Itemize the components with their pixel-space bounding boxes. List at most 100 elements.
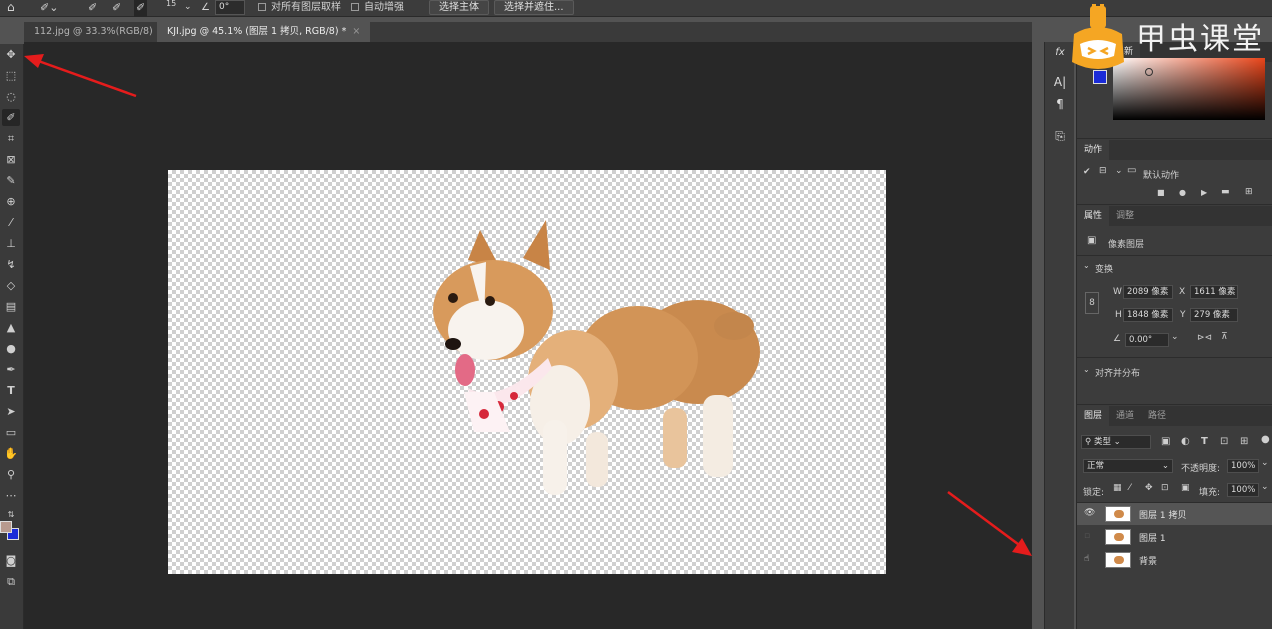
- frame-tool-icon[interactable]: ⊠: [2, 151, 20, 168]
- brush-tool-icon[interactable]: ⁄: [2, 214, 20, 231]
- tab-adjustments[interactable]: 调整: [1109, 206, 1141, 226]
- quick-selection-tool-icon[interactable]: ✐: [2, 109, 20, 126]
- foreground-color-swatch[interactable]: [0, 521, 12, 533]
- width-input[interactable]: 2089 像素: [1123, 285, 1173, 299]
- eraser-tool-icon[interactable]: ◇: [2, 277, 20, 294]
- stop-icon[interactable]: ■: [1157, 188, 1165, 197]
- cursor-hand-icon[interactable]: ☝: [1084, 554, 1089, 564]
- layer-thumbnail: [1105, 506, 1131, 522]
- filter-toggle-icon[interactable]: ●: [1261, 434, 1270, 445]
- tab-properties[interactable]: 属性: [1077, 206, 1110, 226]
- pen-tool-icon[interactable]: ✒: [2, 361, 20, 378]
- transform-title[interactable]: 变换: [1095, 262, 1113, 275]
- eyedropper-tool-icon[interactable]: ✎: [2, 172, 20, 189]
- screen-mode-icon[interactable]: ⧉: [2, 573, 20, 590]
- layer-name[interactable]: 图层 1: [1139, 531, 1166, 544]
- brush-size-dropdown-icon[interactable]: ⌄: [184, 0, 192, 17]
- visibility-eye-icon[interactable]: 👁: [1084, 508, 1095, 518]
- panel-icon-strip: fx A| ¶ ⎘: [1044, 42, 1074, 629]
- opacity-label: 不透明度:: [1181, 464, 1221, 474]
- chevron-down-icon[interactable]: ⌄: [1115, 166, 1123, 176]
- blur-tool-icon[interactable]: ▲: [2, 319, 20, 336]
- smart-object-filter-icon[interactable]: ⊞: [1240, 436, 1248, 447]
- gradient-tool-icon[interactable]: ▤: [2, 298, 20, 315]
- add-selection-icon[interactable]: ✐: [112, 0, 121, 17]
- chevron-down-icon[interactable]: ⌄: [1261, 458, 1269, 468]
- sample-all-layers-checkbox[interactable]: 对所有图层取样: [258, 0, 341, 17]
- new-selection-icon[interactable]: ✐: [88, 0, 97, 17]
- document-canvas[interactable]: [168, 170, 886, 574]
- home-icon[interactable]: ⌂: [7, 0, 15, 17]
- rectangle-tool-icon[interactable]: ▭: [2, 424, 20, 441]
- layer-filter-dropdown[interactable]: ⚲ 类型 ⌄: [1081, 435, 1151, 449]
- chevron-down-icon[interactable]: ⌄: [1083, 365, 1090, 374]
- height-input[interactable]: 1848 像素: [1123, 308, 1173, 322]
- lock-all-icon[interactable]: ▣: [1181, 483, 1190, 493]
- close-icon[interactable]: ×: [352, 26, 360, 37]
- angle-input[interactable]: 0°: [215, 0, 245, 15]
- healing-brush-tool-icon[interactable]: ⊕: [2, 193, 20, 210]
- new-action-icon[interactable]: ⊞: [1245, 187, 1253, 197]
- type-tool-icon[interactable]: T: [2, 382, 20, 399]
- adjustment-filter-icon[interactable]: ◐: [1181, 436, 1190, 447]
- check-icon[interactable]: ✔: [1083, 167, 1091, 177]
- flip-horizontal-icon[interactable]: ⊳⊲: [1197, 333, 1212, 343]
- blend-mode-dropdown[interactable]: 正常 ⌄: [1083, 459, 1173, 473]
- pixel-filter-icon[interactable]: ▣: [1161, 436, 1170, 447]
- chevron-down-icon[interactable]: ⌄: [1261, 482, 1269, 492]
- chevron-down-icon[interactable]: ⌄: [1171, 332, 1179, 342]
- history-icon[interactable]: ⎘: [1051, 128, 1069, 145]
- path-selection-tool-icon[interactable]: ➤: [2, 403, 20, 420]
- record-icon[interactable]: ●: [1179, 188, 1186, 197]
- quick-mask-icon[interactable]: ◙: [2, 552, 20, 569]
- lock-artboard-icon[interactable]: ⊡: [1161, 483, 1169, 493]
- select-subject-button[interactable]: 选择主体: [429, 0, 489, 15]
- crop-tool-icon[interactable]: ⌗: [2, 130, 20, 147]
- brush-size-label[interactable]: 15: [166, 0, 176, 17]
- marquee-tool-icon[interactable]: ⬚: [2, 67, 20, 84]
- opacity-input[interactable]: 100%: [1227, 459, 1259, 473]
- new-set-icon[interactable]: ▬: [1221, 187, 1230, 197]
- tab-layers[interactable]: 图层: [1077, 406, 1110, 426]
- chevron-down-icon[interactable]: ⌄: [1083, 261, 1090, 270]
- link-icon[interactable]: 8: [1085, 292, 1099, 314]
- lock-position-icon[interactable]: ✥: [1145, 483, 1153, 493]
- layer-row[interactable]: ▫ 图层 1: [1077, 526, 1272, 548]
- lock-pixels-icon[interactable]: ⁄: [1129, 483, 1131, 493]
- flip-vertical-icon[interactable]: ⊼: [1221, 332, 1228, 342]
- subtract-selection-icon[interactable]: ✐: [134, 0, 148, 17]
- select-and-mask-button[interactable]: 选择并遮住...: [494, 0, 574, 15]
- tab-actions[interactable]: 动作: [1077, 140, 1110, 160]
- hand-tool-icon[interactable]: ✋: [2, 445, 20, 462]
- play-icon[interactable]: ▶: [1201, 188, 1207, 197]
- quick-select-preset-icon[interactable]: ✐⌄: [40, 0, 58, 17]
- move-tool-icon[interactable]: ✥: [2, 46, 20, 63]
- dialog-toggle-icon[interactable]: ⊟: [1099, 166, 1107, 176]
- type-filter-icon[interactable]: T: [1201, 436, 1208, 447]
- shape-filter-icon[interactable]: ⊡: [1220, 436, 1228, 447]
- tab-kji[interactable]: KJI.jpg @ 45.1% (图层 1 拷贝, RGB/8) * ×: [157, 22, 371, 42]
- fill-input[interactable]: 100%: [1227, 483, 1259, 497]
- dodge-tool-icon[interactable]: ●: [2, 340, 20, 357]
- visibility-toggle-icon[interactable]: ▫: [1084, 531, 1090, 541]
- history-brush-tool-icon[interactable]: ↯: [2, 256, 20, 273]
- align-distribute-title[interactable]: 对齐并分布: [1095, 366, 1140, 379]
- auto-enhance-checkbox[interactable]: 自动增强: [351, 0, 404, 17]
- tab-paths[interactable]: 路径: [1141, 406, 1173, 426]
- lock-transparent-icon[interactable]: ▦: [1113, 483, 1122, 493]
- tab-channels[interactable]: 通道: [1109, 406, 1141, 426]
- x-input[interactable]: 1611 像素: [1190, 285, 1238, 299]
- more-tools-icon[interactable]: ⋯: [2, 487, 20, 504]
- lasso-tool-icon[interactable]: ◌: [2, 88, 20, 105]
- y-input[interactable]: 279 像素: [1190, 308, 1238, 322]
- stamp-tool-icon[interactable]: ⊥: [2, 235, 20, 252]
- rotate-angle-input[interactable]: 0.00°: [1125, 333, 1169, 347]
- layer-name[interactable]: 图层 1 拷贝: [1139, 508, 1186, 521]
- zoom-tool-icon[interactable]: ⚲: [2, 466, 20, 483]
- paragraph-icon[interactable]: ¶: [1051, 96, 1069, 113]
- layer-name[interactable]: 背景: [1139, 554, 1157, 567]
- tab-112[interactable]: 112.jpg @ 33.3%(RGB/8)×: [24, 22, 177, 42]
- default-actions-label[interactable]: 默认动作: [1143, 168, 1179, 181]
- layer-row[interactable]: ☝ 背景: [1077, 549, 1272, 571]
- layer-row[interactable]: 👁 图层 1 拷贝: [1077, 503, 1272, 525]
